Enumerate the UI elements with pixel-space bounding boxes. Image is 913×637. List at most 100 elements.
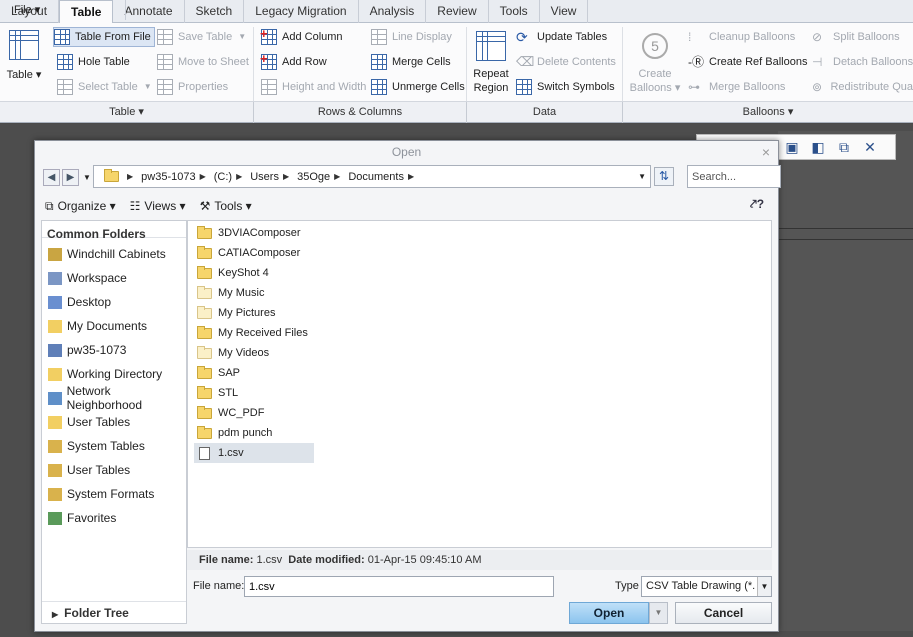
tab-review[interactable]: Review [426,0,489,23]
info-date-value: 01-Apr-15 09:45:10 AM [367,554,482,566]
list-item[interactable]: CATIAComposer [194,243,314,263]
common-folder-label: Working Directory [67,367,163,381]
common-folder-item[interactable]: pw35-1073 [48,341,126,359]
drawing-sheet[interactable] [778,131,913,631]
open-options-icon[interactable]: ▼ [649,602,668,624]
list-item[interactable]: My Received Files [194,323,314,343]
list-item[interactable]: My Music [194,283,314,303]
delete-contents-button[interactable]: ⌫ Delete Contents [516,52,616,72]
line-display-button[interactable]: Line Display [371,27,452,47]
address-bar: ◀ ▶ ▼ ▶ pw35-1073 ▶ (C:) ▶ Users ▶ 35Oge… [43,165,781,189]
chevron-right-icon: ▶ [199,172,206,181]
common-folder-item[interactable]: My Documents [48,317,147,335]
breadcrumb-item[interactable]: Documents [348,171,404,183]
common-folder-item[interactable]: User Tables [48,461,130,479]
split-balloons-button[interactable]: ⊘ Split Balloons [812,27,900,47]
group-balloons-label[interactable]: Balloons ▾ [623,102,913,123]
list-item[interactable]: WC_PDF [194,403,314,423]
group-table-label[interactable]: Table ▾ [0,102,254,123]
save-table-icon [157,29,173,45]
file-name-field[interactable] [244,576,554,597]
common-folder-item[interactable]: Network Neighborhood [48,384,186,412]
organize-button[interactable]: ⧉ Organize ▾ [45,199,116,214]
back-icon[interactable]: ◀ [43,168,60,186]
add-row-button[interactable]: Add Row [260,49,327,72]
views-button[interactable]: ☷ Views ▾ [130,199,186,213]
common-folder-item[interactable]: Favorites [48,509,116,527]
common-folder-item[interactable]: System Tables [48,437,145,455]
cleanup-balloons-button[interactable]: ⁞ Cleanup Balloons [688,27,795,47]
list-item[interactable]: pdm punch [194,423,314,443]
tab-sketch[interactable]: Sketch [185,0,245,23]
list-item[interactable]: KeyShot 4 [194,263,314,283]
select-table-button[interactable]: Select Table ▼ [57,77,152,97]
cube-icon[interactable]: ◧ [809,138,827,156]
folder-tree-label: Folder Tree [64,606,129,620]
common-folder-item[interactable]: Desktop [48,293,111,311]
redistribute-button[interactable]: ⊚ Redistribute Qua [812,77,913,97]
breadcrumb-item[interactable]: (C:) [214,171,232,183]
chevron-down-icon: ▼ [238,32,247,41]
common-folder-item[interactable]: Workspace [48,269,127,287]
tab-legacy-migration[interactable]: Legacy Migration [244,0,359,23]
view-icon[interactable]: ▣ [783,138,801,156]
note-icon[interactable]: ⧉ [835,138,853,156]
breadcrumb-item[interactable]: pw35-1073 [141,171,195,183]
properties-button[interactable]: Properties [157,77,228,97]
add-column-button[interactable]: Add Column [260,24,343,47]
list-item[interactable]: My Pictures [194,303,314,323]
list-item[interactable]: 3DVIAComposer [194,223,314,243]
forward-icon[interactable]: ▶ [62,168,79,186]
detach-balloons-button[interactable]: ⊣ Detach Balloons [812,52,913,72]
hole-table-button[interactable]: Hole Table [57,52,130,72]
tab-tools[interactable]: Tools [489,0,540,23]
list-item[interactable]: 1.csv [194,443,314,463]
merge-cells-button[interactable]: Merge Cells [371,52,451,72]
breadcrumb[interactable]: ▶ pw35-1073 ▶ (C:) ▶ Users ▶ 35Oge ▶ Doc… [93,165,651,188]
common-folder-item[interactable]: Working Directory [48,365,162,383]
search-input[interactable]: Search... [687,165,781,188]
axis-icon[interactable]: ✕ [861,138,879,156]
history-dropdown-icon[interactable]: ▼ [83,173,91,182]
tools-button[interactable]: ⚒ Tools ▾ [200,199,252,213]
save-table-button[interactable]: Save Table ▼ [157,27,246,47]
table-big-button[interactable]: Table ▾ [6,30,42,82]
table-from-file-label: Table From File [75,31,151,43]
create-balloons-button[interactable]: 5 Create Balloons ▾ [626,31,684,95]
add-column-icon [260,24,277,45]
list-item[interactable]: SAP [194,363,314,383]
repeat-region-button[interactable]: Repeat Region [471,31,511,95]
breadcrumb-item[interactable]: 35Oge [297,171,330,183]
help-icon[interactable]: ⤤? [750,197,764,212]
cancel-button[interactable]: Cancel [675,602,772,624]
common-folders-title: Common Folders [42,221,186,241]
merge-balloons-button[interactable]: ⊶ Merge Balloons [688,77,785,97]
common-folder-item[interactable]: System Formats [48,485,154,503]
file-name: STL [218,387,239,399]
update-tables-button[interactable]: ⟳ Update Tables [516,27,607,47]
table-from-file-button[interactable]: Table From File [53,27,155,47]
unmerge-cells-button[interactable]: Unmerge Cells [371,77,465,97]
move-to-sheet-button[interactable]: Move to Sheet [157,52,249,72]
switch-symbols-button[interactable]: Switch Symbols [516,77,615,97]
open-button[interactable]: Open [569,602,649,624]
open-dialog: Open × ◀ ▶ ▼ ▶ pw35-1073 ▶ (C:) ▶ Users … [34,140,781,632]
height-width-button[interactable]: Height and Width [261,77,366,97]
list-item[interactable]: STL [194,383,314,403]
delete-contents-label: Delete Contents [537,56,616,68]
tab-analysis[interactable]: Analysis [359,0,427,23]
tab-file[interactable]: File ▾ [6,0,126,20]
common-folder-item[interactable]: User Tables [48,413,130,431]
close-icon[interactable]: × [762,141,770,163]
list-item[interactable]: My Videos [194,343,314,363]
chevron-down-icon[interactable]: ▼ [638,172,646,181]
breadcrumb-item[interactable]: Users [250,171,279,183]
folder-tree-toggle[interactable]: ▶ Folder Tree [42,601,186,623]
user-tables-icon [48,463,62,477]
refresh-icon[interactable]: ⇅ [654,167,674,186]
file-type-select[interactable]: CSV Table Drawing (*. ▼ [641,576,772,597]
common-folder-item[interactable]: Windchill Cabinets [48,245,166,263]
tab-view[interactable]: View [540,0,589,23]
create-ref-balloons-button[interactable]: -Ⓡ Create Ref Balloons [688,52,807,72]
common-folder-label: Desktop [67,295,112,309]
